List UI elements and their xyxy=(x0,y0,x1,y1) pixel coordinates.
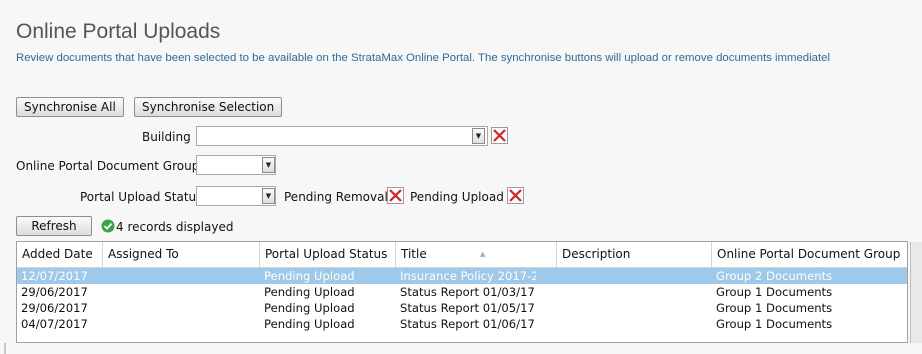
check-circle-icon xyxy=(101,219,115,236)
column-header-assigned-to[interactable]: Assigned To xyxy=(103,242,260,267)
document-group-label: Online Portal Document Group xyxy=(16,159,200,173)
building-combobox[interactable] xyxy=(196,126,488,146)
cell-assigned-to xyxy=(103,268,260,284)
column-header-portal-upload-status[interactable]: Portal Upload Status xyxy=(260,242,396,267)
resize-handle xyxy=(4,343,6,354)
cell-document-group: Group 2 Documents xyxy=(716,269,833,283)
building-dropdown-arrow-icon[interactable]: ▼ xyxy=(472,128,485,144)
vertical-scrollbar[interactable] xyxy=(910,242,922,343)
upload-status-label: Portal Upload Status xyxy=(80,190,203,204)
cell-added-date: 29/06/2017 xyxy=(21,301,88,315)
building-clear-button[interactable] xyxy=(491,127,508,144)
cell-title: Status Report 01/03/17 to 31 xyxy=(400,285,536,299)
building-label: Building xyxy=(142,130,191,144)
cell-upload-status: Pending Upload xyxy=(264,317,355,331)
cell-description xyxy=(557,268,712,284)
cell-title: Status Report 01/06/17 to 30 xyxy=(400,317,536,331)
cell-title: Insurance Policy 2017-2018 xyxy=(400,269,536,283)
cell-description xyxy=(557,284,712,300)
x-icon xyxy=(493,129,506,142)
synchronise-all-button[interactable]: Synchronise All xyxy=(16,97,124,117)
pending-upload-clear-button[interactable] xyxy=(507,187,524,204)
column-header-added-date[interactable]: Added Date xyxy=(17,242,103,267)
cell-assigned-to xyxy=(103,316,260,332)
synchronise-selection-button[interactable]: Synchronise Selection xyxy=(134,97,283,117)
table-row[interactable]: 29/06/2017 Pending Upload Status Report … xyxy=(17,300,907,316)
cell-added-date: 04/07/2017 xyxy=(21,317,88,331)
cell-upload-status: Pending Upload xyxy=(264,301,355,315)
column-header-document-group[interactable]: Online Portal Document Group xyxy=(712,242,907,267)
upload-status-dropdown-arrow-icon[interactable]: ▼ xyxy=(262,188,275,204)
refresh-button[interactable]: Refresh xyxy=(16,216,92,236)
table-row[interactable]: 12/07/2017 Pending Upload Insurance Poli… xyxy=(17,268,907,284)
column-header-title[interactable]: Title ▲ xyxy=(396,242,557,267)
cell-description xyxy=(557,316,712,332)
pending-removal-clear-button[interactable] xyxy=(387,187,404,204)
cell-document-group: Group 1 Documents xyxy=(716,301,833,315)
cell-document-group: Group 1 Documents xyxy=(716,317,833,331)
column-header-description[interactable]: Description xyxy=(557,242,712,267)
grid-header: Added Date Assigned To Portal Upload Sta… xyxy=(17,242,907,268)
sort-ascending-icon: ▲ xyxy=(480,250,486,258)
cell-title: Status Report 01/05/17 to 31 xyxy=(400,301,536,315)
cell-upload-status: Pending Upload xyxy=(264,269,355,283)
cell-document-group: Group 1 Documents xyxy=(716,285,833,299)
table-row[interactable]: 29/06/2017 Pending Upload Status Report … xyxy=(17,284,907,300)
pending-removal-label: Pending Removal xyxy=(284,190,388,204)
page-title: Online Portal Uploads xyxy=(16,20,221,43)
table-row[interactable]: 04/07/2017 Pending Upload Status Report … xyxy=(17,316,907,332)
column-header-title-text: Title xyxy=(401,247,427,261)
cell-added-date: 29/06/2017 xyxy=(21,285,88,299)
records-status-text: 4 records displayed xyxy=(116,220,234,234)
cell-assigned-to xyxy=(103,284,260,300)
document-group-dropdown-arrow-icon[interactable]: ▼ xyxy=(262,157,275,173)
page-description: Review documents that have been selected… xyxy=(16,52,831,64)
cell-assigned-to xyxy=(103,300,260,316)
cell-upload-status: Pending Upload xyxy=(264,285,355,299)
pending-upload-label: Pending Upload xyxy=(410,190,504,204)
x-icon xyxy=(389,189,402,202)
x-icon xyxy=(509,189,522,202)
cell-description xyxy=(557,300,712,316)
uploads-grid[interactable]: Added Date Assigned To Portal Upload Sta… xyxy=(16,241,908,343)
cell-added-date: 12/07/2017 xyxy=(21,269,88,283)
